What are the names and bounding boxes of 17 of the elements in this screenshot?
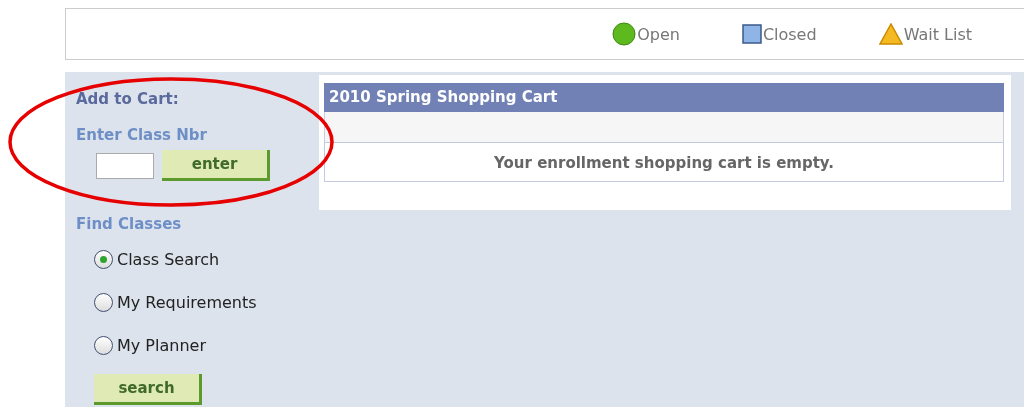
search-button[interactable]: search <box>94 374 202 405</box>
legend-label: Closed <box>762 24 817 44</box>
cart-title: 2010 Spring Shopping Cart <box>324 83 1004 112</box>
option-label[interactable]: My Planner <box>117 335 206 355</box>
radio-button[interactable] <box>94 249 113 269</box>
legend-label: Open <box>637 24 680 44</box>
add-to-cart-heading: Add to Cart: <box>76 90 180 108</box>
class-number-label: Enter Class Nbr <box>76 126 208 144</box>
class-number-field[interactable] <box>96 152 154 179</box>
option-label[interactable]: Class Search <box>117 249 220 269</box>
find-classes-label: Find Classes <box>76 215 183 233</box>
radio-button[interactable] <box>94 292 113 312</box>
empty-cart-message: Your enrollment shopping cart is empty. <box>324 142 1004 182</box>
option-label[interactable]: My Requirements <box>117 292 257 312</box>
legend-label: Wait List <box>903 24 972 44</box>
radio-button[interactable] <box>94 335 113 355</box>
enter-button[interactable]: enter <box>162 150 270 181</box>
